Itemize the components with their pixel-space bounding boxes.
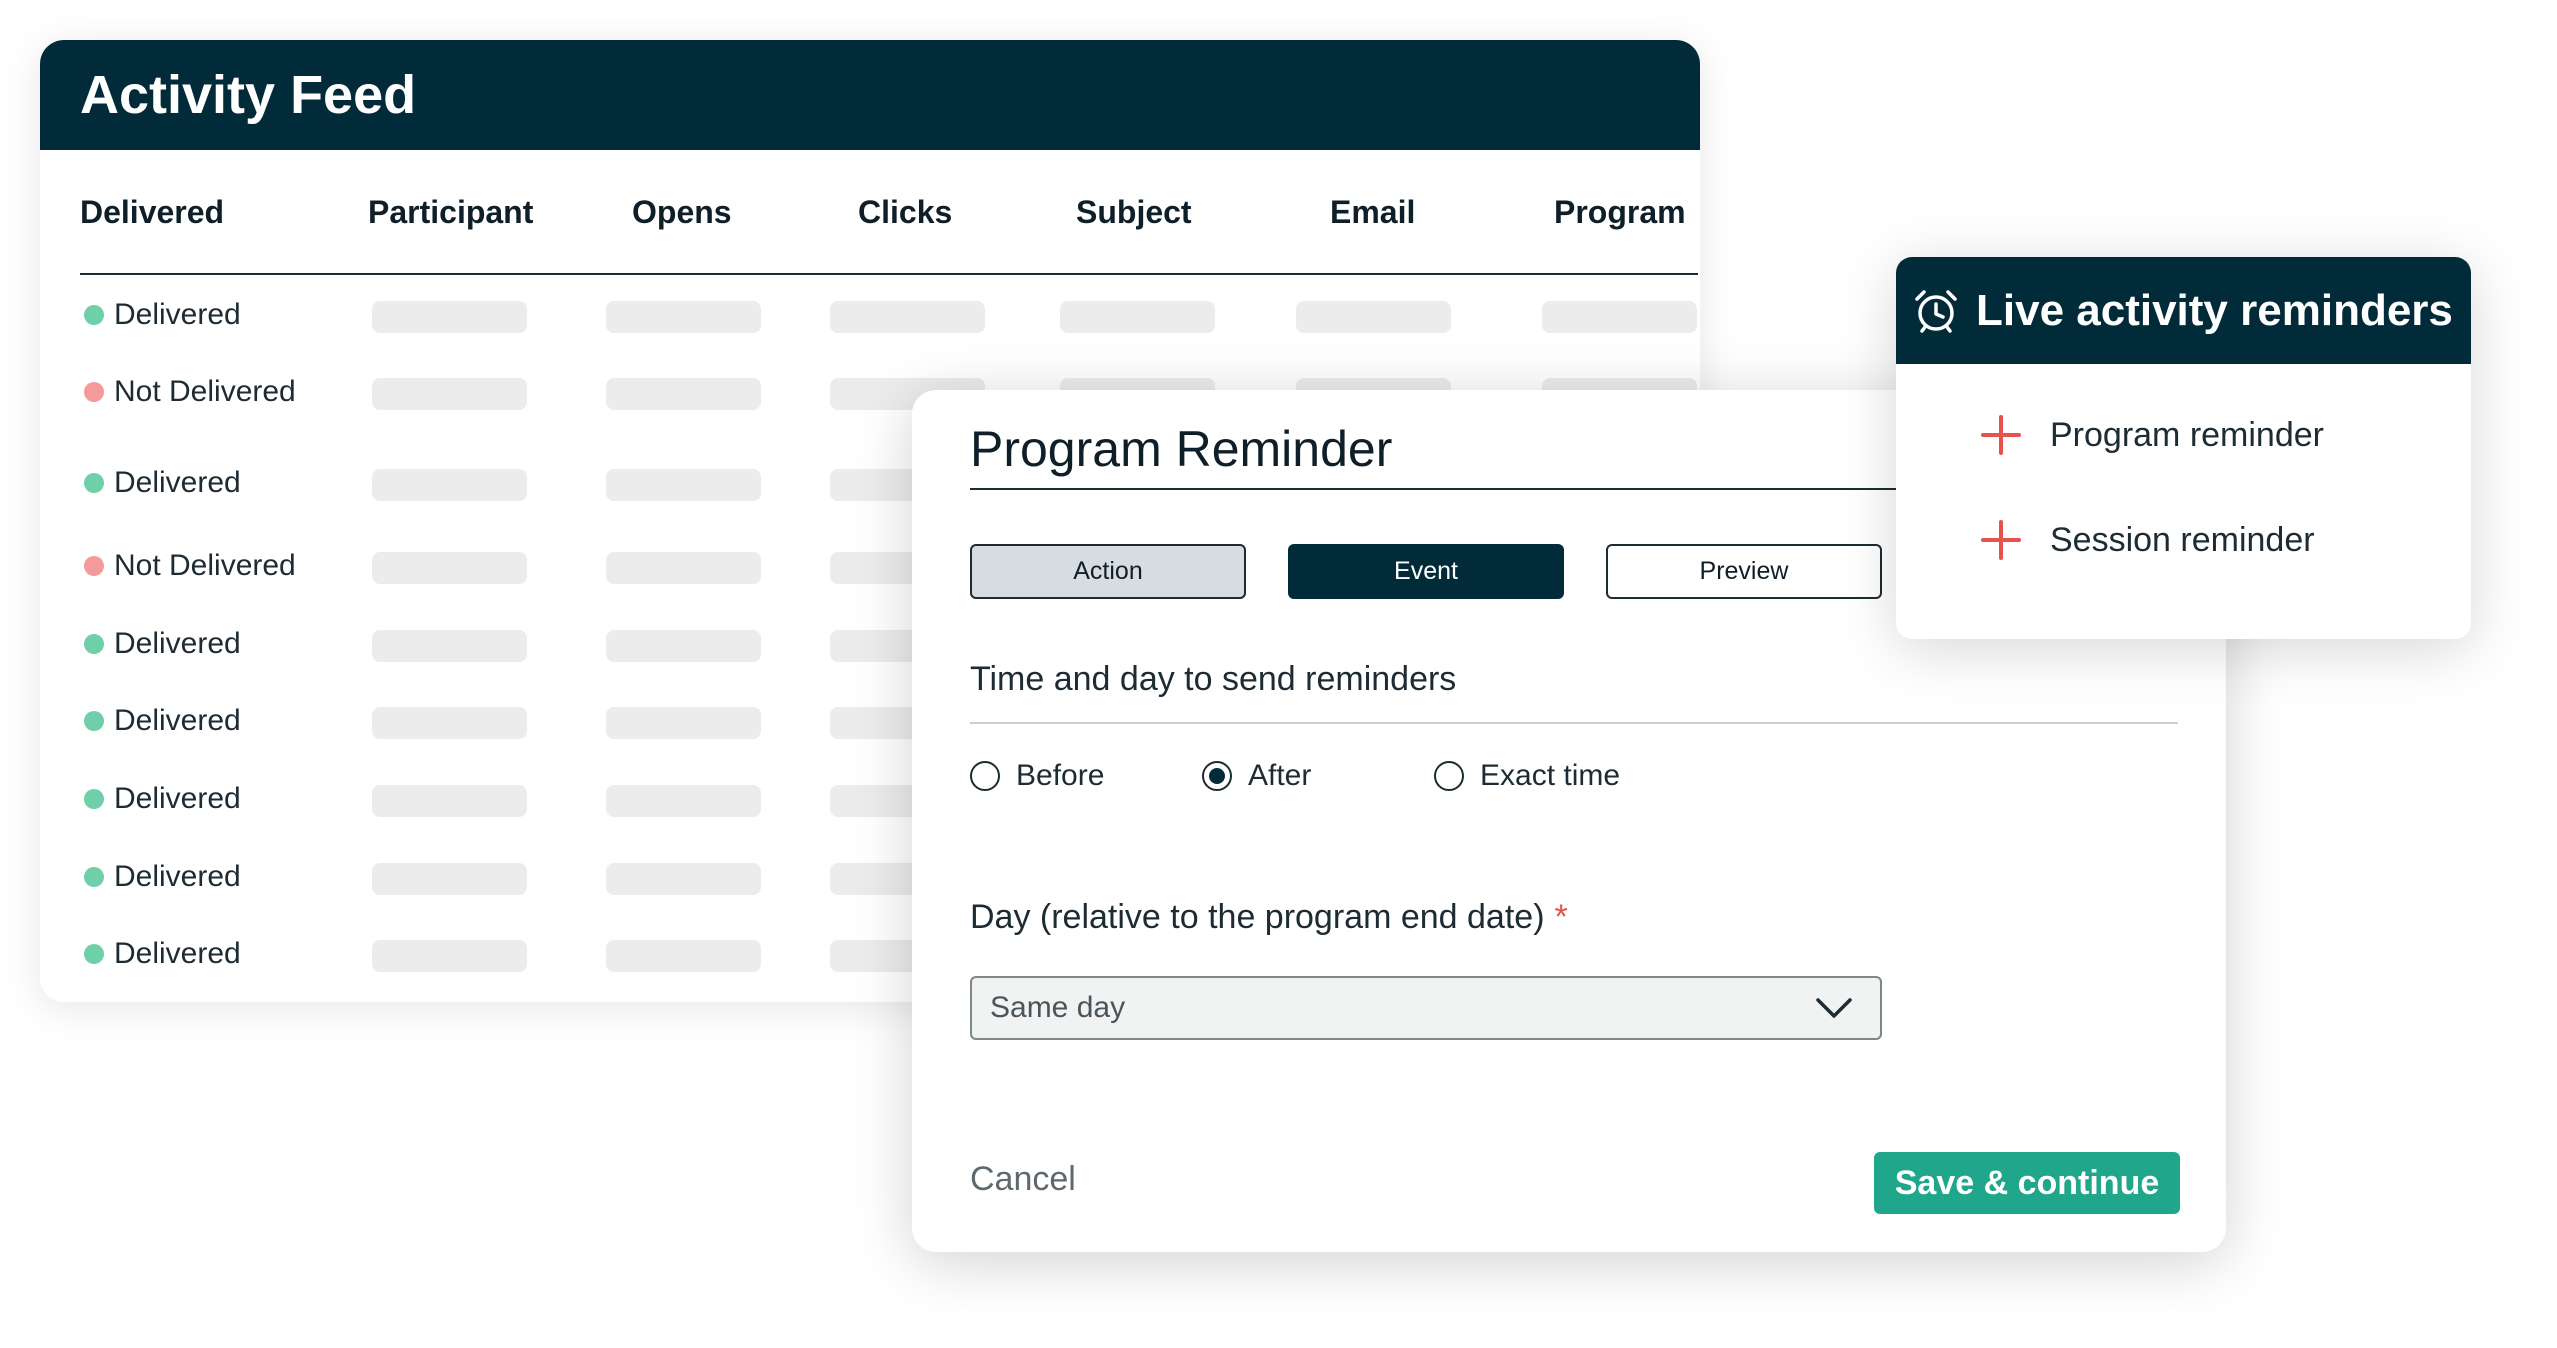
status-label: Delivered [114,466,241,499]
placeholder-bar [606,469,761,501]
column-header-subject[interactable]: Subject [1076,150,1192,275]
status-dot-icon [84,944,104,964]
placeholder-bar [372,863,527,895]
status-dot-icon [84,634,104,654]
tab-action[interactable]: Action [970,544,1246,599]
status-label: Not Delivered [114,549,296,582]
status-dot-icon [84,789,104,809]
plus-icon [1981,520,2021,560]
placeholder-bar [372,301,527,333]
status-dot-icon [84,867,104,887]
placeholder-bar [606,552,761,584]
delivery-status: Delivered [80,857,241,897]
cancel-button[interactable]: Cancel [970,1160,1076,1199]
placeholder-bar [606,378,761,410]
placeholder-bar [1542,301,1697,333]
placeholder-bar [606,940,761,972]
radio-label: Before [1016,759,1105,792]
day-field-label: Day (relative to the program end date) * [970,898,1568,937]
placeholder-bar [830,301,985,333]
status-label: Delivered [114,627,241,660]
radio-checked-icon [1202,761,1232,791]
status-label: Delivered [114,860,241,893]
day-label-text: Day (relative to the program end date) [970,898,1545,936]
column-header-program[interactable]: Program [1554,150,1686,275]
program-reminder-item[interactable]: Program reminder [1980,410,2324,460]
alarm-clock-icon [1915,289,1957,333]
tab-preview[interactable]: Preview [1606,544,1882,599]
save-continue-button[interactable]: Save & continue [1874,1152,2180,1214]
placeholder-bar [372,469,527,501]
status-dot-icon [84,473,104,493]
placeholder-bar [606,863,761,895]
placeholder-bar [372,630,527,662]
status-label: Delivered [114,937,241,970]
activity-feed-title: Activity Feed [80,65,417,125]
placeholder-bar [606,707,761,739]
placeholder-bar [372,707,527,739]
radio-exact-time[interactable]: Exact time [1434,758,1620,794]
day-select[interactable]: Same day [970,976,1882,1040]
radio-label: After [1248,759,1312,792]
radio-circle-icon [1434,761,1464,791]
table-row[interactable]: Delivered [80,295,1698,335]
placeholder-bar [606,785,761,817]
plus-icon [1981,415,2021,455]
placeholder-bar [606,630,761,662]
delivery-status: Not Delivered [80,372,296,412]
column-header-participant[interactable]: Participant [368,150,533,275]
required-marker: * [1554,898,1568,936]
column-header-opens[interactable]: Opens [632,150,732,275]
status-dot-icon [84,711,104,731]
delivery-status: Delivered [80,779,241,819]
placeholder-bar [1060,301,1215,333]
section-divider [970,722,2178,724]
status-label: Not Delivered [114,375,296,408]
status-dot-icon [84,382,104,402]
placeholder-bar [606,301,761,333]
radio-before[interactable]: Before [970,758,1104,794]
placeholder-bar [372,552,527,584]
radio-circle-icon [970,761,1000,791]
live-reminders-title: Live activity reminders [1976,285,2453,335]
live-item-label: Session reminder [2050,520,2315,559]
activity-feed-column-headers: Delivered Participant Opens Clicks Subje… [80,150,1698,275]
column-header-clicks[interactable]: Clicks [858,150,952,275]
delivery-status: Delivered [80,295,241,335]
session-reminder-item[interactable]: Session reminder [1980,515,2315,565]
placeholder-bar [372,785,527,817]
placeholder-bar [372,940,527,972]
status-dot-icon [84,305,104,325]
column-header-delivered[interactable]: Delivered [80,150,224,275]
radio-label: Exact time [1480,759,1621,792]
activity-feed-header: Activity Feed [40,40,1700,150]
status-label: Delivered [114,704,241,737]
delivery-status: Delivered [80,624,241,664]
tab-event[interactable]: Event [1288,544,1564,599]
live-reminders-header: Live activity reminders [1896,257,2471,364]
live-item-label: Program reminder [2050,415,2324,454]
status-label: Delivered [114,298,241,331]
delivery-status: Not Delivered [80,546,296,586]
status-label: Delivered [114,782,241,815]
day-select-value: Same day [990,991,1126,1024]
time-section-label: Time and day to send reminders [970,660,1457,698]
column-header-email[interactable]: Email [1330,150,1415,275]
chevron-down-icon [1816,998,1852,1018]
live-activity-reminders-card: Live activity reminders Program reminder… [1896,257,2471,639]
placeholder-bar [1296,301,1451,333]
radio-after[interactable]: After [1202,758,1311,794]
delivery-status: Delivered [80,463,241,503]
delivery-status: Delivered [80,934,241,974]
status-dot-icon [84,556,104,576]
placeholder-bar [372,378,527,410]
delivery-status: Delivered [80,701,241,741]
